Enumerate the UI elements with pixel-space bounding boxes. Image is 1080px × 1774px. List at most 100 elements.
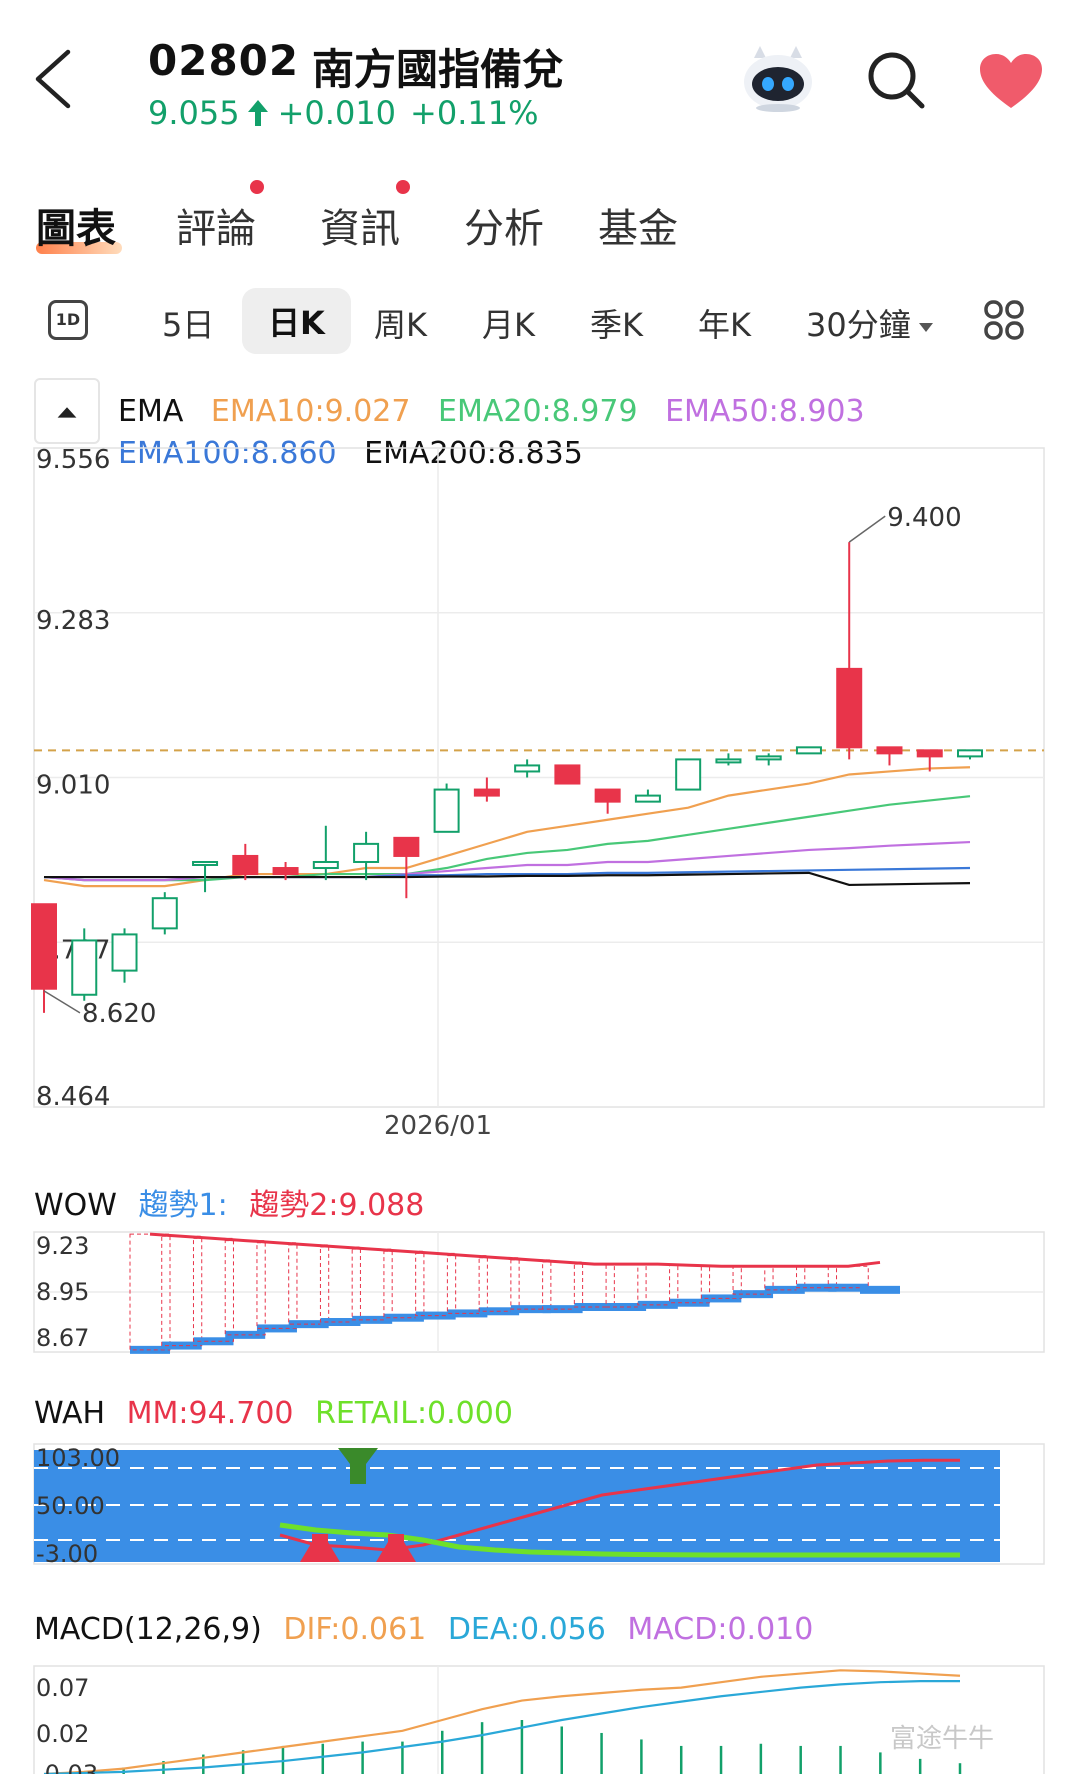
candle-body xyxy=(71,939,98,996)
price-row: 9.055 +0.010 +0.11% xyxy=(148,94,539,132)
comments-notification-dot xyxy=(250,180,264,194)
period-yearly-k[interactable]: 年K xyxy=(698,300,751,346)
y-tick-label: -3.00 xyxy=(36,1540,98,1568)
assistant-robot-icon[interactable] xyxy=(740,46,816,112)
y-tick-label: 9.556 xyxy=(36,445,110,475)
low-annotation: 8.620 xyxy=(82,999,156,1029)
price-change-pct: +0.11% xyxy=(410,94,539,132)
watermark: 富途牛牛 xyxy=(890,1724,995,1754)
candle-body xyxy=(715,758,742,764)
wow-indicator-chart[interactable]: 9.23 8.95 8.67 xyxy=(0,1230,1080,1360)
y-tick-label: 9.283 xyxy=(36,606,110,636)
candle-plot: 9.5569.2839.0108.7378.4642026/019.4008.6… xyxy=(31,445,1045,1136)
macd-label: MACD(12,26,9) xyxy=(34,1612,262,1647)
candle-body xyxy=(957,749,983,758)
high-annotation-line xyxy=(848,515,886,543)
price-change: +0.010 xyxy=(277,94,397,132)
y-tick-label: 8.464 xyxy=(36,1082,110,1112)
candle-body xyxy=(272,867,299,876)
y-tick-label: 8.67 xyxy=(36,1324,89,1352)
candle-body xyxy=(312,860,339,870)
wow-trend2: 趨勢2:9.088 xyxy=(249,1188,425,1223)
macd-dea: DEA:0.056 xyxy=(447,1612,606,1647)
chevron-down-icon xyxy=(918,322,933,332)
wow-label: WOW xyxy=(34,1188,117,1223)
trend2-box xyxy=(415,1252,457,1317)
trend2-box xyxy=(605,1263,647,1308)
candle-body xyxy=(433,788,460,833)
trend2-box xyxy=(478,1257,520,1312)
tab-comments[interactable]: 評論 xyxy=(176,196,256,254)
candle-body xyxy=(876,746,903,755)
period-daily-k[interactable]: 日K xyxy=(242,288,351,354)
macd-dif: DIF:0.061 xyxy=(283,1612,427,1647)
high-annotation: 9.400 xyxy=(887,503,961,533)
wah-legend: WAH MM:94.700 RETAIL:0.000 xyxy=(34,1396,525,1431)
macd-indicator-chart[interactable]: 0.07 0.02 -0.03 xyxy=(0,1658,1080,1774)
favorite-heart-icon[interactable] xyxy=(978,52,1044,110)
trend2-box xyxy=(446,1255,488,1314)
news-notification-dot xyxy=(396,180,410,194)
trend2-box xyxy=(192,1237,234,1342)
trend2-box xyxy=(383,1250,425,1319)
wah-indicator-chart[interactable]: 103.00 50.00 -3.00 xyxy=(0,1440,1080,1570)
y-tick-label: 103.00 xyxy=(36,1444,120,1472)
candlestick-chart[interactable]: EMA EMA10:9.027 EMA20:8.979 EMA50:8.903 … xyxy=(0,376,1080,1136)
ema10-line xyxy=(43,766,971,888)
candle-body xyxy=(232,854,259,876)
period-monthly-k[interactable]: 月K xyxy=(482,300,535,346)
header: 02802 南方國指備兌 9.055 +0.010 +0.11% xyxy=(0,0,1080,150)
period-minutes-dropdown[interactable]: 30分鐘 xyxy=(806,300,933,346)
candle-body xyxy=(755,755,782,761)
trend2-box xyxy=(351,1248,393,1321)
candle-body xyxy=(473,788,500,797)
back-arrow-icon[interactable] xyxy=(30,44,80,114)
up-arrow-icon xyxy=(247,100,268,126)
one-day-button[interactable]: 1D xyxy=(48,300,88,340)
candle-body xyxy=(594,788,621,803)
y-tick-label: 0.07 xyxy=(36,1674,89,1702)
trend1-step xyxy=(860,1285,900,1294)
main-tabs: 圖表 評論 資訊 分析 基金 xyxy=(0,180,1080,256)
trend2-line xyxy=(149,1232,881,1268)
period-5day[interactable]: 5日 xyxy=(162,300,214,346)
x-tick-label: 2026/01 xyxy=(384,1111,492,1136)
layout-grid-icon[interactable] xyxy=(984,300,1024,340)
trend2-box xyxy=(510,1259,552,1310)
period-minutes-label: 30分鐘 xyxy=(806,306,911,344)
macd-hist: MACD:0.010 xyxy=(627,1612,814,1647)
stock-name: 南方國指備兌 xyxy=(312,45,565,94)
search-icon[interactable] xyxy=(866,50,926,110)
candle-body xyxy=(151,897,178,930)
candle-body xyxy=(31,903,57,990)
trend2-box xyxy=(224,1240,266,1336)
wow-trend1: 趨勢1: xyxy=(138,1188,228,1223)
y-tick-label: 9.23 xyxy=(36,1232,89,1260)
period-quarterly-k[interactable]: 季K xyxy=(590,300,643,346)
y-tick-label: 9.010 xyxy=(36,771,110,801)
trend2-box xyxy=(319,1246,361,1323)
stock-code: 02802 xyxy=(148,36,300,85)
candle-body xyxy=(393,836,420,857)
trend2-box xyxy=(288,1244,330,1325)
trend2-box xyxy=(161,1235,203,1347)
last-price: 9.055 xyxy=(148,94,240,132)
candle-body xyxy=(795,746,822,755)
tab-news[interactable]: 資訊 xyxy=(320,196,400,254)
wah-retail: RETAIL:0.000 xyxy=(315,1396,513,1431)
wah-label: WAH xyxy=(34,1396,106,1431)
trend2-box xyxy=(573,1263,615,1308)
candle-body xyxy=(353,842,380,863)
tab-fund[interactable]: 基金 xyxy=(598,196,678,254)
trend2-box xyxy=(256,1242,298,1329)
macd-legend: MACD(12,26,9) DIF:0.061 DEA:0.056 MACD:0… xyxy=(34,1612,825,1647)
y-tick-label: 8.95 xyxy=(36,1278,89,1306)
candle-body xyxy=(554,764,581,785)
candle-body xyxy=(192,860,219,866)
candle-body xyxy=(916,749,943,758)
period-weekly-k[interactable]: 周K xyxy=(374,300,427,346)
candle-body xyxy=(634,794,661,803)
tab-analysis[interactable]: 分析 xyxy=(464,196,544,254)
tab-chart[interactable]: 圖表 xyxy=(36,196,116,254)
candle-body xyxy=(836,667,863,749)
